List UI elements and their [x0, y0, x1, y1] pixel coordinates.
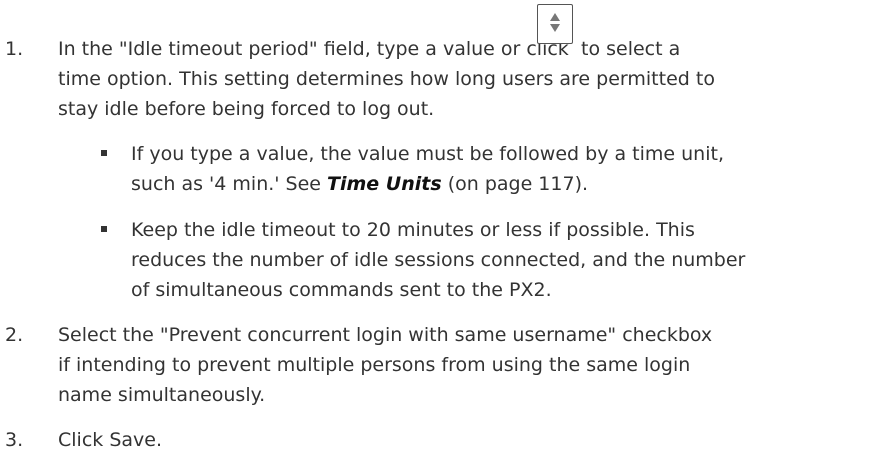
step-line: Select the "Prevent concurrent login wit… — [58, 324, 713, 346]
step-number: 1. — [5, 38, 24, 60]
bullet-marker — [101, 226, 107, 232]
bullet-line: Keep the idle timeout to 20 minutes or l… — [131, 219, 695, 241]
step-line: In the "Idle timeout period" field, type… — [58, 38, 569, 60]
bullet-line: of simultaneous commands sent to the PX2… — [131, 279, 552, 301]
bullet-line: such as '4 min.' See Time Units (on page… — [131, 169, 588, 199]
step-line: to select a — [581, 38, 681, 60]
spinner-up-down-icon — [537, 4, 573, 44]
step-line: stay idle before being forced to log out… — [58, 98, 435, 120]
step-line: Click Save. — [58, 429, 162, 451]
step-number: 3. — [5, 429, 24, 451]
step-line: if intending to prevent multiple persons… — [58, 354, 691, 376]
bullet-text: such as '4 min.' See — [131, 173, 328, 195]
step-line: time option. This setting determines how… — [58, 68, 715, 90]
bullet-text: (on page 117). — [441, 173, 589, 195]
bullet-line: reduces the number of idle sessions conn… — [131, 249, 746, 271]
step-line: name simultaneously. — [58, 384, 266, 406]
time-units-link[interactable]: Time Units — [327, 173, 442, 195]
bullet-marker — [101, 150, 107, 156]
step-number: 2. — [5, 324, 24, 346]
bullet-line: If you type a value, the value must be f… — [131, 143, 724, 165]
